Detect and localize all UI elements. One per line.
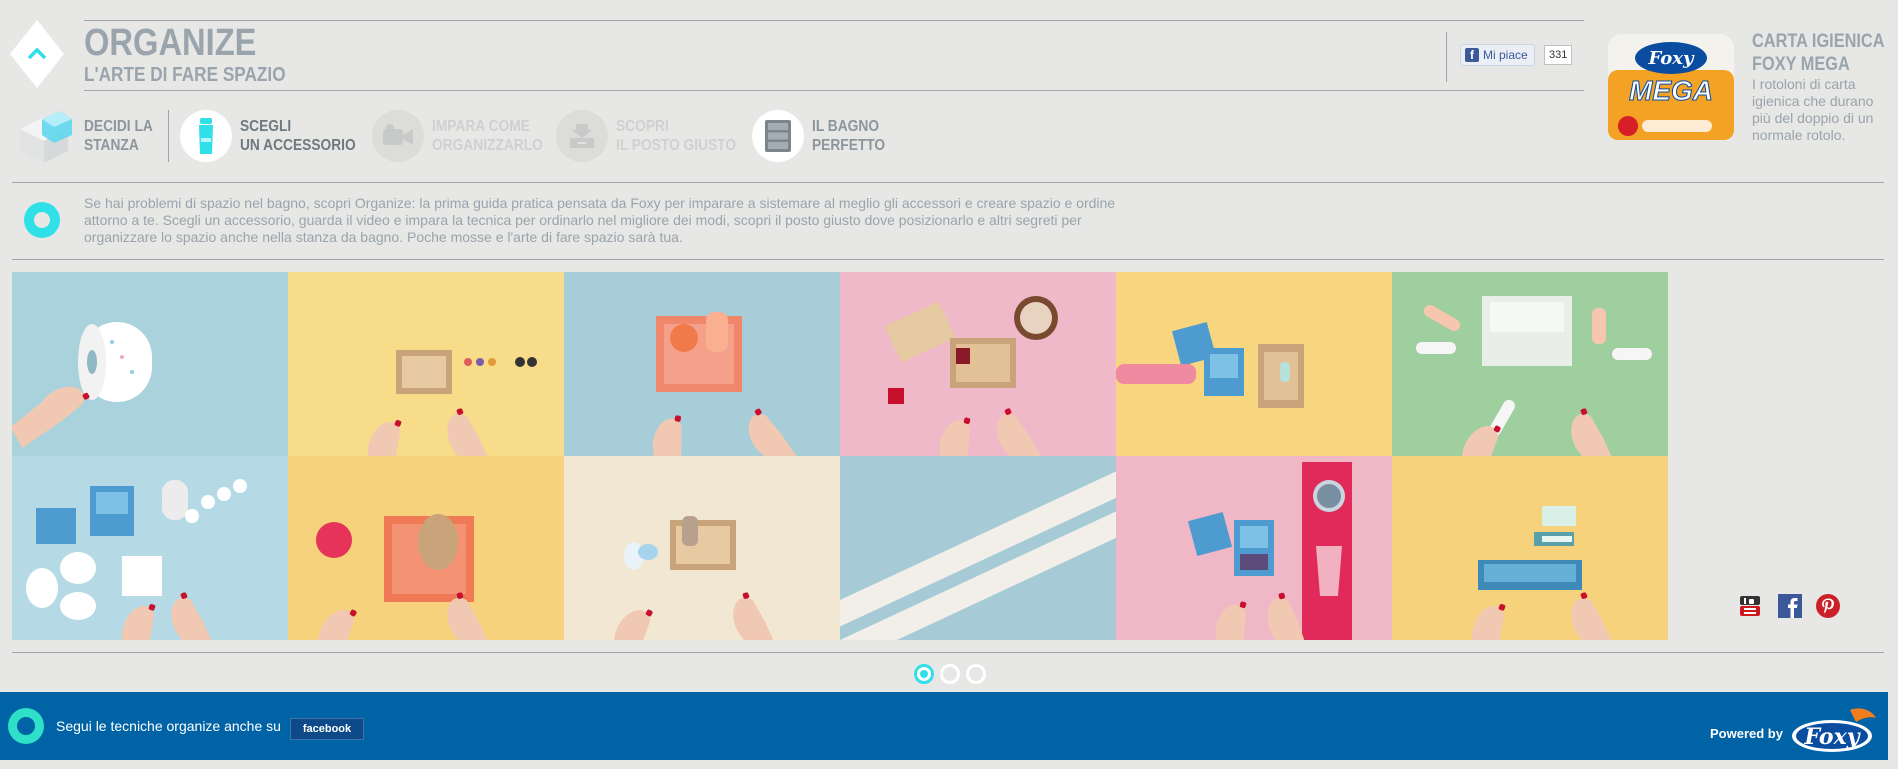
facebook-icon: f: [1465, 48, 1479, 62]
accessory-tile-wooden-boxes-bowl[interactable]: [840, 272, 1116, 456]
step5-label-line1: IL BAGNO: [812, 118, 880, 135]
pagination: [914, 664, 986, 684]
toothpaste-icon: [180, 110, 232, 162]
step-il-bagno-perfetto[interactable]: IL BAGNO PERFETTO: [752, 110, 897, 162]
page-subtitle: L'ARTE DI FARE SPAZIO: [84, 64, 286, 86]
step5-label-line2: PERFETTO: [812, 137, 886, 154]
intro-divider: [12, 182, 1884, 183]
product-description: I rotoloni di carta igienica che durano …: [1752, 76, 1874, 143]
facebook-social-icon[interactable]: [1778, 594, 1802, 618]
accessory-tile-towel-box[interactable]: [1116, 456, 1392, 640]
accessory-tile-orange-tray-bottles[interactable]: [564, 272, 840, 456]
step4-label-line2: IL POSTO GIUSTO: [616, 137, 737, 154]
accessory-tile-cotton-swabs[interactable]: [12, 456, 288, 640]
step2-label-line1: SCEGLI: [240, 118, 292, 135]
pagination-dot-1[interactable]: [914, 664, 934, 684]
facebook-separator: [1446, 32, 1447, 82]
step3-label-line1: IMPARA COME: [432, 118, 530, 135]
page-title: ORGANIZE: [84, 22, 257, 64]
cabinet-icon: [752, 110, 804, 162]
product-title-line1: CARTA IGIENICA: [1752, 31, 1885, 52]
scroll-up-button[interactable]: [10, 20, 64, 88]
accessory-grid: [12, 272, 1668, 640]
step3-label-line2: ORGANIZZARLO: [432, 137, 543, 154]
foxy-logo[interactable]: Foxy: [1790, 704, 1880, 756]
steps-separator: [168, 110, 169, 162]
step1-label-line1: DECIDI LA: [84, 118, 153, 135]
footer-facebook-button[interactable]: facebook: [290, 718, 364, 740]
accessory-tile-wooden-tray-cosmetics[interactable]: [288, 272, 564, 456]
pack-brand: Foxy: [1648, 48, 1696, 69]
footer: Segui le tecniche organize anche su face…: [0, 692, 1888, 760]
chevron-up-icon: [10, 20, 64, 88]
intro-text: Se hai problemi di spazio nel bagno, sco…: [84, 195, 1116, 245]
step-decidi-la-stanza[interactable]: DECIDI LA STANZA: [12, 107, 164, 165]
youtube-icon[interactable]: [1738, 594, 1762, 618]
grid-divider: [12, 259, 1884, 260]
header-divider: [84, 90, 1584, 91]
pinterest-icon[interactable]: [1816, 594, 1840, 618]
header-divider-top: [84, 20, 1584, 21]
facebook-like-count: 331: [1544, 45, 1573, 65]
accessory-tile-tape-strips[interactable]: [840, 456, 1116, 640]
step2-label-line2: UN ACCESSORIO: [240, 137, 356, 154]
room-cube-icon: [12, 107, 76, 165]
accessory-tile-sponge-tray[interactable]: [288, 456, 564, 640]
accessory-tile-plasters-box[interactable]: [1392, 272, 1668, 456]
footer-ring-icon: [8, 708, 44, 744]
footer-text: Segui le tecniche organize anche su: [56, 718, 281, 734]
step1-label-line2: STANZA: [84, 137, 139, 154]
product-title[interactable]: CARTA IGIENICA FOXY MEGA: [1752, 30, 1885, 76]
accessory-tile-toilet-roll[interactable]: [12, 272, 288, 456]
powered-by-label: Powered by: [1710, 726, 1783, 741]
facebook-like-button[interactable]: f Mi piace: [1460, 44, 1535, 66]
step-scopri-il-posto-giusto: SCOPRI IL POSTO GIUSTO: [556, 110, 756, 162]
step-impara-come-organizzarlo: IMPARA COME ORGANIZZARLO: [372, 110, 561, 162]
pagination-divider: [12, 652, 1884, 653]
facebook-like-label: Mi piace: [1483, 48, 1528, 62]
accessory-tile-blue-tray[interactable]: [1392, 456, 1668, 640]
pagination-dot-3[interactable]: [966, 664, 986, 684]
drawer-icon: [556, 110, 608, 162]
pagination-dot-2[interactable]: [940, 664, 960, 684]
page: ORGANIZE L'ARTE DI FARE SPAZIO f Mi piac…: [0, 0, 1898, 769]
product-title-line2: FOXY MEGA: [1752, 54, 1850, 75]
video-camera-icon: [372, 110, 424, 162]
foxy-logo-text: Foxy: [1804, 724, 1862, 750]
pack-name: MEGA: [1629, 75, 1713, 106]
product-image[interactable]: Foxy MEGA: [1604, 30, 1738, 144]
step4-label-line1: SCOPRI: [616, 118, 669, 135]
step-scegli-un-accessorio[interactable]: SCEGLI UN ACCESSORIO: [180, 110, 375, 162]
ring-icon: [24, 202, 60, 238]
accessory-tile-soap-box[interactable]: [564, 456, 840, 640]
accessory-tile-blue-box-curlers[interactable]: [1116, 272, 1392, 456]
